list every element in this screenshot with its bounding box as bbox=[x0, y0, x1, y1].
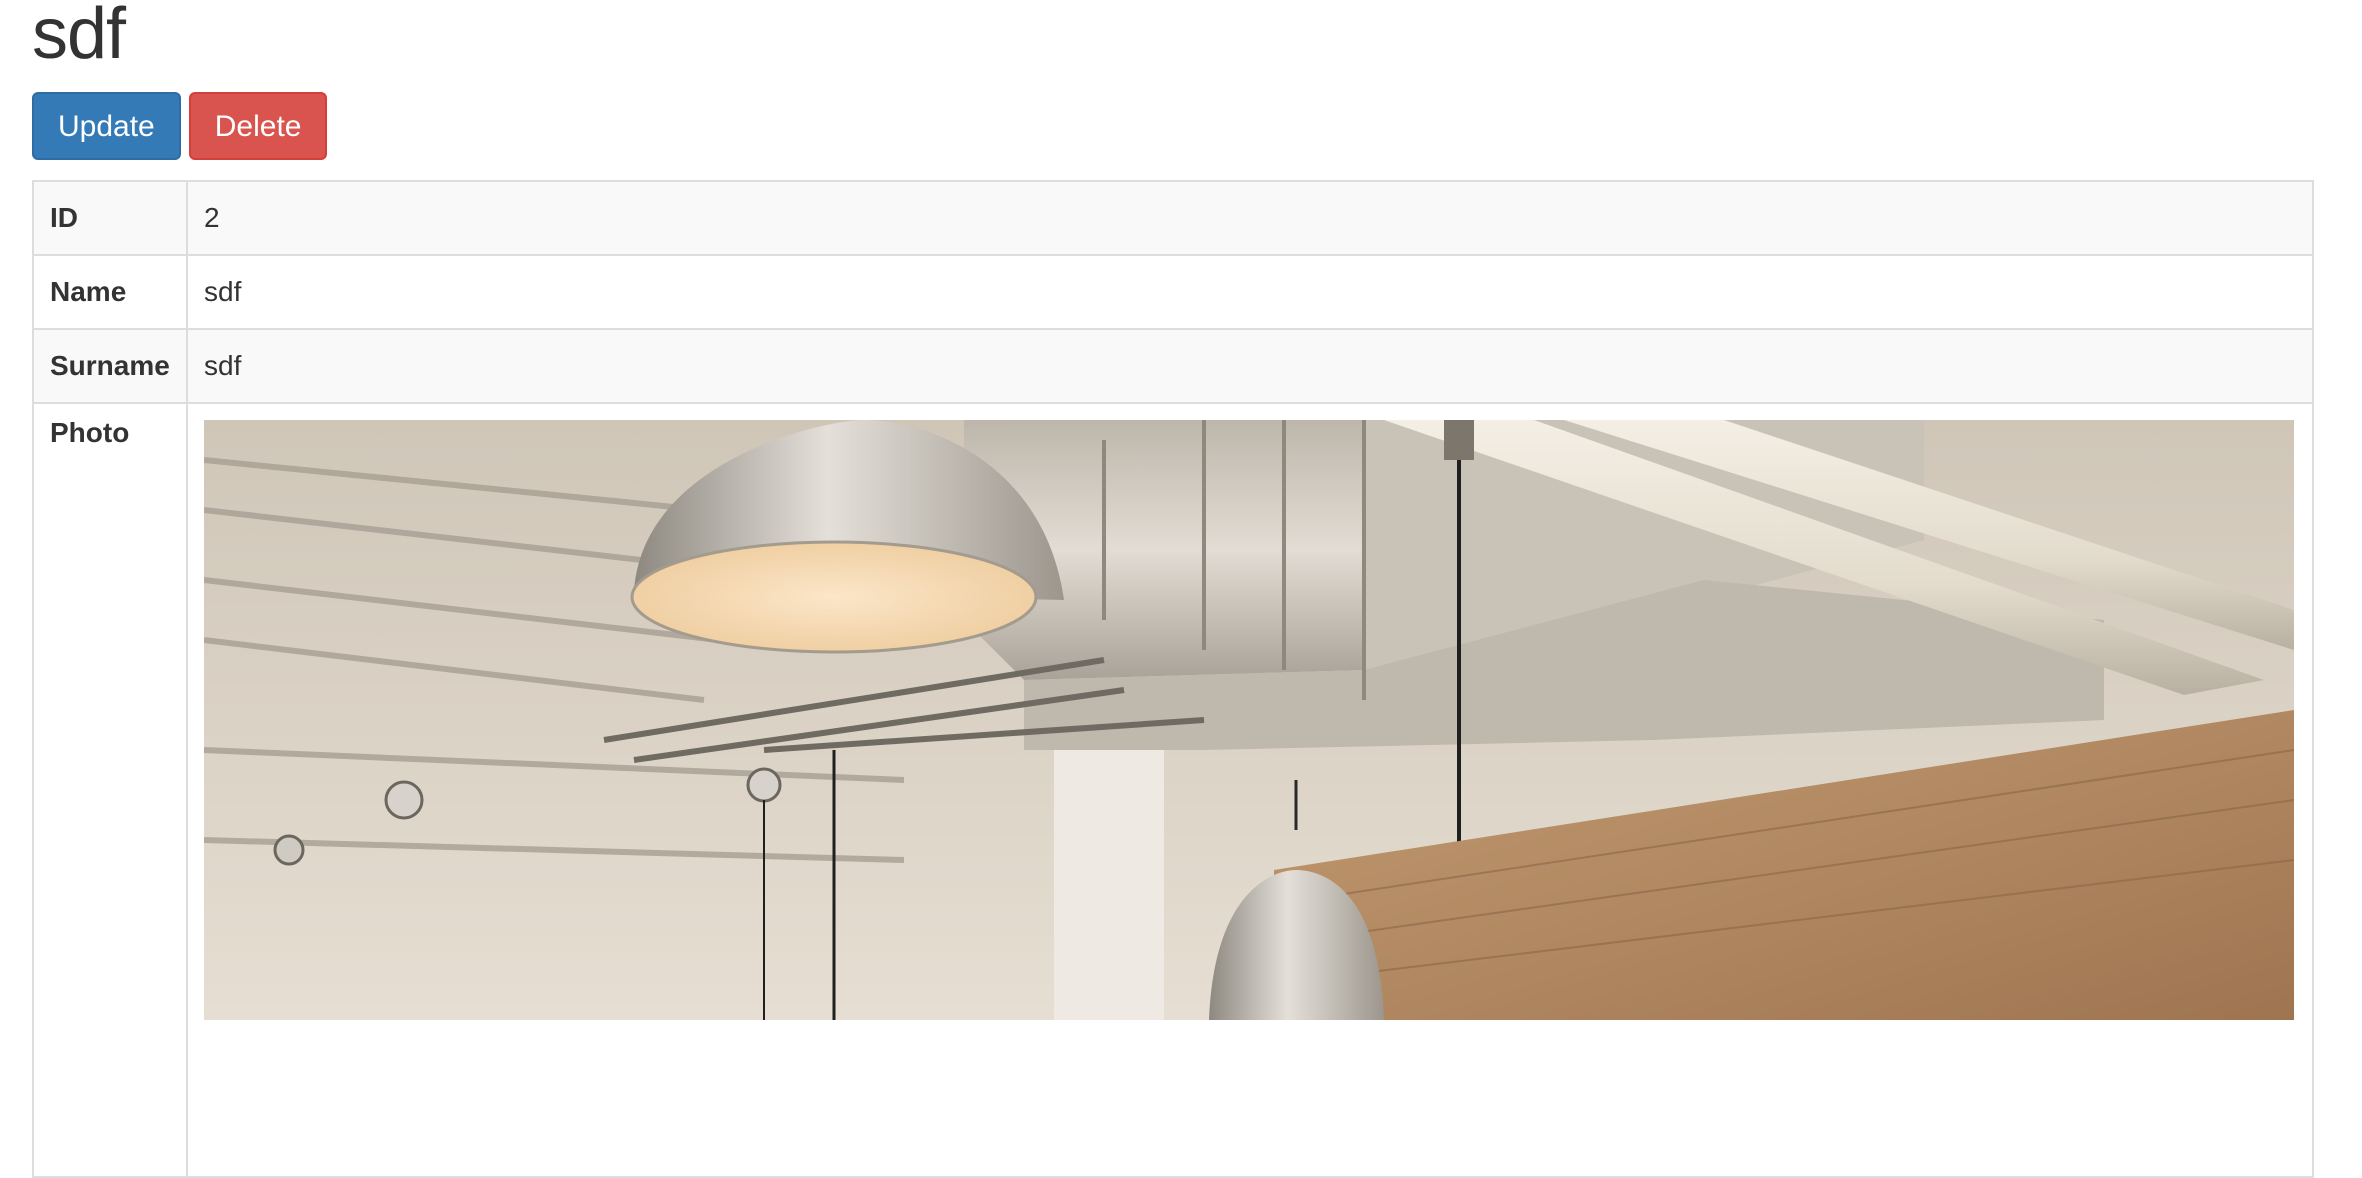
surname-label: Surname bbox=[32, 328, 188, 404]
photo-image bbox=[204, 420, 2294, 1020]
name-value: sdf bbox=[186, 254, 2314, 330]
detail-row-id: ID 2 bbox=[32, 180, 2314, 256]
id-label: ID bbox=[32, 180, 188, 256]
detail-table: ID 2 Name sdf Surname sdf Photo bbox=[32, 180, 2314, 1178]
photo-cell bbox=[186, 402, 2314, 1178]
page-title: sdf bbox=[32, 0, 126, 74]
name-label: Name bbox=[32, 254, 188, 330]
detail-row-photo: Photo bbox=[32, 402, 2314, 1178]
detail-row-name: Name sdf bbox=[32, 254, 2314, 330]
id-value: 2 bbox=[186, 180, 2314, 256]
delete-button[interactable]: Delete bbox=[188, 92, 328, 160]
update-button[interactable]: Update bbox=[32, 92, 181, 160]
photo-label: Photo bbox=[32, 402, 188, 1178]
detail-row-surname: Surname sdf bbox=[32, 328, 2314, 404]
surname-value: sdf bbox=[186, 328, 2314, 404]
action-toolbar: Update Delete bbox=[32, 92, 328, 160]
